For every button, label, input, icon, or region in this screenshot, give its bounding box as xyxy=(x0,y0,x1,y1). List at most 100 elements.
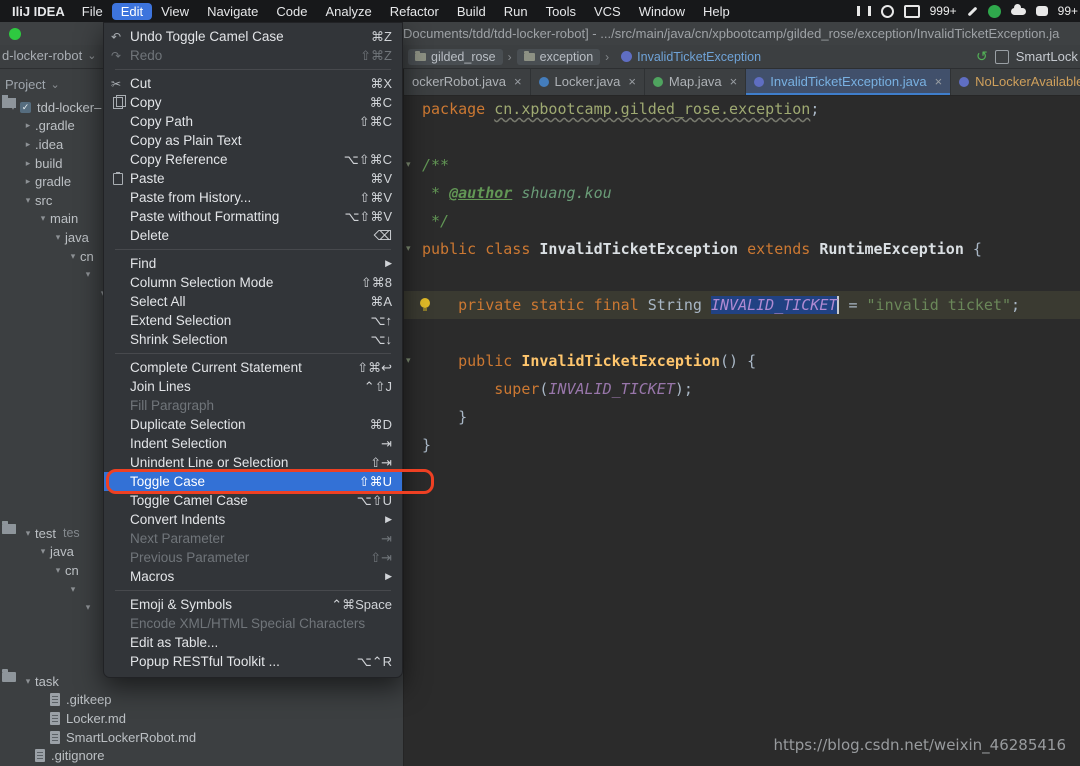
record-icon[interactable] xyxy=(880,4,894,18)
menu-item-shrink-selection[interactable]: Shrink Selection ⌥↓ xyxy=(104,330,402,349)
menu-item-column-selection-mode[interactable]: Column Selection Mode ⇧⌘8 xyxy=(104,273,402,292)
pause-icon[interactable] xyxy=(856,6,871,16)
menu-item-complete-current-statement[interactable]: Complete Current Statement ⇧⌘↩ xyxy=(104,358,402,377)
menu-item-convert-indents[interactable]: Convert Indents ▶ xyxy=(104,510,402,529)
menu-item-extend-selection[interactable]: Extend Selection ⌥↑ xyxy=(104,311,402,330)
menubar-item-analyze[interactable]: Analyze xyxy=(316,3,380,20)
project-panel-title[interactable]: d-locker-robot ⌄ xyxy=(2,48,96,63)
menu-item-copy-reference[interactable]: Copy Reference ⌥⇧⌘C xyxy=(104,150,402,169)
tree-item-locker-md[interactable]: Locker.md xyxy=(0,709,403,728)
menu-item-select-all[interactable]: Select All ⌘A xyxy=(104,292,402,311)
tab-label: NoLockerAvailableException.j xyxy=(975,74,1080,89)
menu-item-edit-as-table[interactable]: Edit as Table... xyxy=(104,633,402,652)
tab-close-icon[interactable]: × xyxy=(628,74,636,89)
tree-item-gitkeep[interactable]: .gitkeep xyxy=(0,691,403,710)
breadcrumb-gilded-rose[interactable]: gilded_rose xyxy=(408,48,503,65)
code-token: */ xyxy=(422,212,450,230)
tab-close-icon[interactable]: × xyxy=(514,74,522,89)
menu-item-label: Redo xyxy=(130,48,163,63)
menu-item-shortcut: ⌘X xyxy=(370,75,392,91)
intention-bulb-icon[interactable] xyxy=(420,298,430,311)
menu-item-shortcut: ⌘D xyxy=(369,416,392,432)
menubar-item-refactor[interactable]: Refactor xyxy=(381,3,448,20)
file-icon xyxy=(50,711,60,725)
menu-item-unindent-line-or-selection[interactable]: Unindent Line or Selection ⇧⇥ xyxy=(104,453,402,472)
menu-item-paste[interactable]: Paste ⌘V xyxy=(104,169,402,188)
menu-item-find[interactable]: Find ▶ xyxy=(104,254,402,273)
menu-item-toggle-camel-case[interactable]: Toggle Camel Case ⌥⇧U xyxy=(104,491,402,510)
messages-badge[interactable]: 99+ xyxy=(1058,4,1078,18)
tab-label: Map.java xyxy=(668,74,722,89)
menu-item-redo: ↷ Redo ⇧⌘Z xyxy=(104,46,402,65)
code-line-8: private static final String INVALID_TICK… xyxy=(404,291,1080,319)
menubar-item-vcs[interactable]: VCS xyxy=(585,3,630,20)
tab-invalidticketexception-java[interactable]: InvalidTicketException.java × xyxy=(746,68,952,95)
code-editor[interactable]: package cn.xpbootcamp.gilded_rose.except… xyxy=(404,95,1080,459)
tab-locker-java[interactable]: Locker.java × xyxy=(531,68,645,95)
menubar-item-edit[interactable]: Edit xyxy=(111,2,153,20)
chat-icon[interactable] xyxy=(1035,6,1048,16)
tree-item-smartlockerrobot-md[interactable]: SmartLockerRobot.md xyxy=(0,728,403,747)
editor-area[interactable]: ockerRobot.java × Locker.java × Map.java × Inv… xyxy=(404,68,1080,766)
menu-item-copy-path[interactable]: Copy Path ⇧⌘C xyxy=(104,112,402,131)
menubar-item-view[interactable]: View xyxy=(152,3,198,20)
tab-close-icon[interactable]: × xyxy=(730,74,738,89)
breadcrumb: gilded_rose › exception › InvalidTicketExcep… xyxy=(408,47,768,66)
breadcrumb-invalidticketexception[interactable]: InvalidTicketException xyxy=(614,49,768,65)
menu-item-emoji-symbols[interactable]: Emoji & Symbols ⌃⌘Space xyxy=(104,595,402,614)
menu-item-label: Cut xyxy=(130,76,152,91)
menu-item-delete[interactable]: Delete ⌫ xyxy=(104,226,402,245)
fold-icon[interactable]: ▾ xyxy=(406,347,411,375)
tab-ockerrobot-java[interactable]: ockerRobot.java × xyxy=(404,68,531,95)
menubar-item-navigate[interactable]: Navigate xyxy=(198,3,267,20)
menu-item-label: Toggle Case xyxy=(130,474,206,489)
menu-item-macros[interactable]: Macros ▶ xyxy=(104,567,402,586)
menu-divider xyxy=(115,353,391,354)
menubar-item-file[interactable]: File xyxy=(73,3,112,20)
tree-item-label: Locker.md xyxy=(66,710,126,726)
app-n-icon[interactable] xyxy=(987,4,1001,18)
project-tree-bottom: ▾ task .gitkeep Locker.md SmartLockerRobot.m… xyxy=(0,669,403,765)
menu-item-popup-restful-toolkit[interactable]: Popup RESTful Toolkit ... ⌥⌃R xyxy=(104,652,402,671)
fold-icon[interactable]: ▾ xyxy=(406,151,411,179)
menu-item-next-parameter: Next Parameter ⇥ xyxy=(104,529,402,548)
rerun-icon[interactable]: ↺ xyxy=(976,48,988,65)
menu-item-cut[interactable]: ✂ Cut ⌘X xyxy=(104,74,402,93)
menu-item-indent-selection[interactable]: Indent Selection ⇥ xyxy=(104,434,402,453)
menu-item-label: Extend Selection xyxy=(130,313,232,328)
wrench-icon[interactable] xyxy=(967,6,978,16)
menubar-item-build[interactable]: Build xyxy=(448,3,495,20)
menu-item-toggle-case[interactable]: Toggle Case ⇧⌘U xyxy=(104,469,434,494)
menu-item-paste-from-history[interactable]: Paste from History... ⇧⌘V xyxy=(104,188,402,207)
code-token: () { xyxy=(720,352,757,370)
tab-map-java[interactable]: Map.java × xyxy=(645,68,747,95)
project-name-label: d-locker-robot xyxy=(2,48,83,63)
traffic-light-green[interactable] xyxy=(9,28,21,40)
app-name[interactable]: IliJ IDEA xyxy=(12,4,65,19)
project-view-header[interactable]: Project ⌄ xyxy=(5,77,60,92)
notifications-badge[interactable]: 999+ xyxy=(930,4,957,18)
menubar-item-run[interactable]: Run xyxy=(495,3,537,20)
menu-item-paste-without-formatting[interactable]: Paste without Formatting ⌥⇧⌘V xyxy=(104,207,402,226)
menubar-item-tools[interactable]: Tools xyxy=(537,3,585,20)
menubar-item-help[interactable]: Help xyxy=(694,3,739,20)
menubar-item-code[interactable]: Code xyxy=(267,3,316,20)
tree-item-label: build xyxy=(35,155,63,171)
camera-icon[interactable] xyxy=(903,4,920,18)
menu-item-undo-toggle-camel-case[interactable]: ↶ Undo Toggle Camel Case ⌘Z xyxy=(104,27,402,46)
menubar-item-window[interactable]: Window xyxy=(630,3,694,20)
menu-item-copy-as-plain-text[interactable]: Copy as Plain Text xyxy=(104,131,402,150)
tab-nolockeravailableexception-j[interactable]: NoLockerAvailableException.j xyxy=(951,68,1080,95)
breadcrumb-exception[interactable]: exception xyxy=(516,48,601,65)
run-configuration-widget[interactable]: ↺ SmartLock xyxy=(976,47,1080,66)
tree-arrow-icon: ▸ xyxy=(25,176,31,187)
menu-item-join-lines[interactable]: Join Lines ⌃⇧J xyxy=(104,377,402,396)
tab-close-icon[interactable]: × xyxy=(935,74,943,89)
class-icon xyxy=(959,76,970,87)
code-token: private static final xyxy=(422,296,648,314)
menu-item-duplicate-selection[interactable]: Duplicate Selection ⌘D xyxy=(104,415,402,434)
cloud-icon[interactable] xyxy=(1010,3,1026,15)
fold-icon[interactable]: ▾ xyxy=(406,235,411,263)
tree-item-gitignore[interactable]: .gitignore xyxy=(0,746,403,765)
menu-item-copy[interactable]: Copy ⌘C xyxy=(104,93,402,112)
